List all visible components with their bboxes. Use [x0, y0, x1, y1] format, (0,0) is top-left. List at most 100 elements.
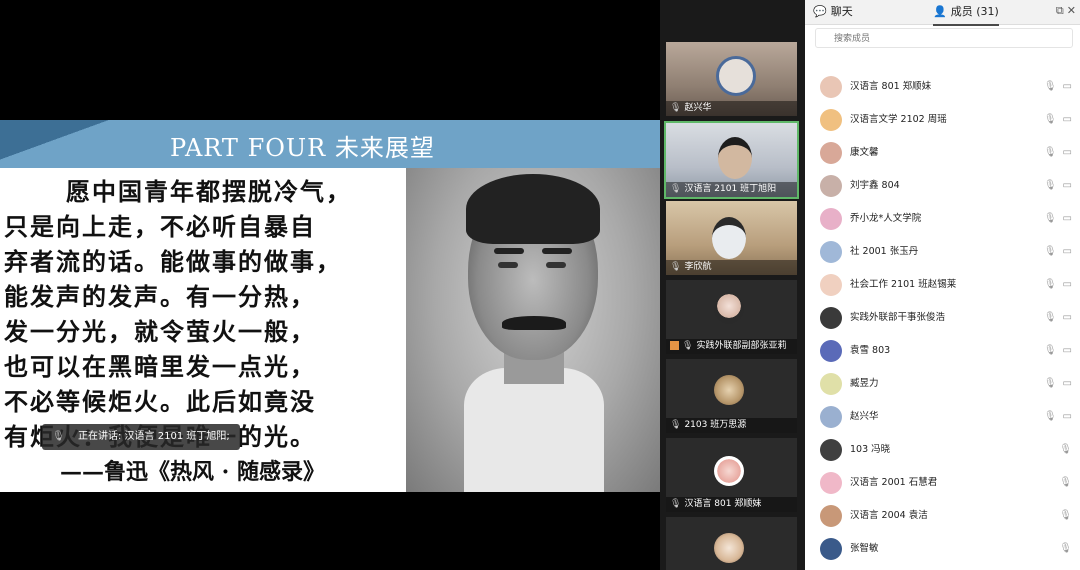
camera-off-icon: ▭ [1062, 312, 1072, 323]
member-row[interactable]: 袁雪 803 🎙 ▭ [805, 336, 1080, 366]
microphone-off-icon: 🎙 [1043, 411, 1057, 422]
member-status-icons: 🎙 ▭ [1038, 204, 1072, 234]
member-status-icons: 🎙 ▭ [1038, 336, 1072, 366]
microphone-icon: 🎙 [670, 103, 682, 113]
video-tile-name: 汉语言 801 郑顺妹 [684, 499, 762, 509]
member-status-icons: 🎙 [1053, 468, 1072, 498]
camera-off-icon: ▭ [1062, 114, 1072, 125]
member-name: 社 2001 张玉丹 [850, 246, 919, 257]
member-status-icons: 🎙 ▭ [1038, 303, 1072, 333]
member-row[interactable]: 赵兴华 🎙 ▭ [805, 402, 1080, 432]
camera-off-icon: ▭ [1062, 411, 1072, 422]
avatar [820, 109, 842, 131]
member-row[interactable]: 臧昱力 🎙 ▭ [805, 369, 1080, 399]
quote-line: 只是向上走，不必听自暴自 [4, 212, 316, 241]
avatar [820, 241, 842, 263]
member-name: 汉语言 2004 袁洁 [850, 510, 928, 521]
avatar-placeholder-icon [670, 341, 679, 350]
avatar [820, 142, 842, 164]
member-name: 汉语言 2001 石慧君 [850, 477, 938, 488]
avatar [714, 375, 744, 405]
tab-members[interactable]: 👤 成员 (31) [933, 0, 999, 26]
camera-off-icon: ▭ [1062, 147, 1072, 158]
avatar [714, 294, 744, 324]
camera-off-icon: ▭ [1062, 180, 1072, 191]
avatar [820, 406, 842, 428]
member-name: 刘宇鑫 804 [850, 180, 900, 191]
video-tile-name: 2103 班万思源 [684, 420, 747, 430]
member-search-input[interactable] [815, 28, 1073, 48]
camera-off-icon: ▭ [1062, 279, 1072, 290]
member-row[interactable]: 刘宇鑫 804 🎙 ▭ [805, 171, 1080, 201]
member-row[interactable]: 汉语言 2001 石慧君 🎙 [805, 468, 1080, 498]
camera-off-icon: ▭ [1062, 246, 1072, 257]
member-name: 袁雪 803 [850, 345, 891, 356]
member-status-icons: 🎙 [1053, 534, 1072, 564]
avatar [820, 274, 842, 296]
microphone-off-icon: 🎙 [1043, 213, 1057, 224]
video-tile[interactable]: 🎙 李欣航 [666, 201, 797, 275]
video-tile[interactable]: 🎙 2103 班万思源 [666, 359, 797, 433]
microphone-off-icon: 🎙 [1043, 81, 1057, 92]
member-status-icons: 🎙 ▭ [1038, 105, 1072, 135]
video-tile[interactable] [666, 517, 797, 570]
close-icon[interactable]: ✕ [1067, 4, 1076, 17]
tab-members-label: 成员 (31) [950, 5, 999, 18]
member-row[interactable]: 社 2001 张玉丹 🎙 ▭ [805, 237, 1080, 267]
avatar [820, 472, 842, 494]
microphone-off-icon: 🎙 [1043, 180, 1057, 191]
member-name: 乔小龙*人文学院 [850, 213, 922, 224]
member-status-icons: 🎙 ▭ [1038, 402, 1072, 432]
member-row[interactable]: 汉语言 801 郑顺妹 🎙 ▭ [805, 72, 1080, 102]
microphone-off-icon: 🎙 [1043, 378, 1057, 389]
video-tile[interactable]: 🎙 赵兴华 [666, 42, 797, 116]
quote-line: 发一分光，就令萤火一般， [4, 317, 316, 346]
member-status-icons: 🎙 ▭ [1038, 72, 1072, 102]
camera-off-icon: ▭ [1062, 213, 1072, 224]
microphone-off-icon: 🎙 [1059, 444, 1072, 455]
microphone-off-icon: 🎙 [1059, 477, 1072, 488]
member-row[interactable]: 汉语言 2004 袁洁 🎙 [805, 501, 1080, 531]
microphone-icon: 🎙 [670, 184, 682, 194]
slide-quote: 愿中国青年都摆脱冷气， 只是向上走，不必听自暴自 弃者流的话。能做事的做事， 能… [4, 174, 404, 454]
slide-title: PART FOUR 未来展望 [170, 134, 435, 162]
member-row[interactable]: 张智敏 🎙 [805, 534, 1080, 564]
quote-line: 能发声的发声。有一分热， [4, 282, 316, 311]
video-tile-name: 赵兴华 [684, 103, 712, 113]
microphone-off-icon: 🎙 [1043, 345, 1057, 356]
member-row[interactable]: 乔小龙*人文学院 🎙 ▭ [805, 204, 1080, 234]
member-status-icons: 🎙 ▭ [1038, 270, 1072, 300]
panel-tabs: 💬 聊天 👤 成员 (31) ⧉ ✕ [805, 0, 1080, 26]
quote-line: 也可以在黑暗里发一点光， [4, 352, 316, 381]
microphone-icon: 🎙 [670, 499, 682, 509]
member-row[interactable]: 汉语言文学 2102 周瑶 🎙 ▭ [805, 105, 1080, 135]
portrait-photo [406, 168, 660, 492]
member-status-icons: 🎙 ▭ [1038, 369, 1072, 399]
member-name: 张智敏 [850, 543, 879, 554]
quote-line: 愿中国青年都摆脱冷气， [66, 177, 352, 206]
microphone-off-icon: 🎙 [1059, 510, 1072, 521]
tab-chat[interactable]: 💬 聊天 [813, 0, 853, 24]
active-speaker-label: 正在讲话: 汉语言 2101 班丁旭阳; [78, 431, 230, 442]
video-tile-name: 李欣航 [684, 262, 712, 272]
member-row[interactable]: 社会工作 2101 班赵锡莱 🎙 ▭ [805, 270, 1080, 300]
video-tile-active-speaker[interactable]: 🎙 汉语言 2101 班丁旭阳 [664, 121, 799, 199]
camera-off-icon: ▭ [1062, 81, 1072, 92]
camera-off-icon: ▭ [1062, 345, 1072, 356]
video-gallery-strip[interactable]: 🎙 赵兴华 🎙 汉语言 2101 班丁旭阳 🎙 李欣航 🎙 实践外联部副部张亚莉 🎙 21… [660, 0, 805, 570]
members-panel: 💬聊天 👤成员 (31) ⧉✕ ⌕ 汉语言 801 郑顺妹🎙▭汉语言文学 210… [805, 0, 1080, 570]
microphone-icon: 🎙 [52, 431, 65, 442]
popout-icon[interactable]: ⧉ [1056, 4, 1064, 17]
video-tile[interactable]: 🎙 实践外联部副部张亚莉 [666, 280, 797, 354]
member-name: 实践外联部干事张俊浩 [850, 312, 946, 323]
avatar [820, 439, 842, 461]
member-row[interactable]: 实践外联部干事张俊浩 🎙 ▭ [805, 303, 1080, 333]
video-tile-name: 汉语言 2101 班丁旭阳 [684, 184, 777, 194]
avatar [714, 456, 744, 486]
member-row[interactable]: 103 冯晓 🎙 [805, 435, 1080, 465]
video-tile[interactable]: 🎙 汉语言 801 郑顺妹 [666, 438, 797, 512]
member-name: 汉语言 801 郑顺妹 [850, 81, 932, 92]
member-name: 汉语言文学 2102 周瑶 [850, 114, 947, 125]
microphone-icon: 🎙 [670, 420, 682, 430]
member-row[interactable]: 康文馨 🎙 ▭ [805, 138, 1080, 168]
